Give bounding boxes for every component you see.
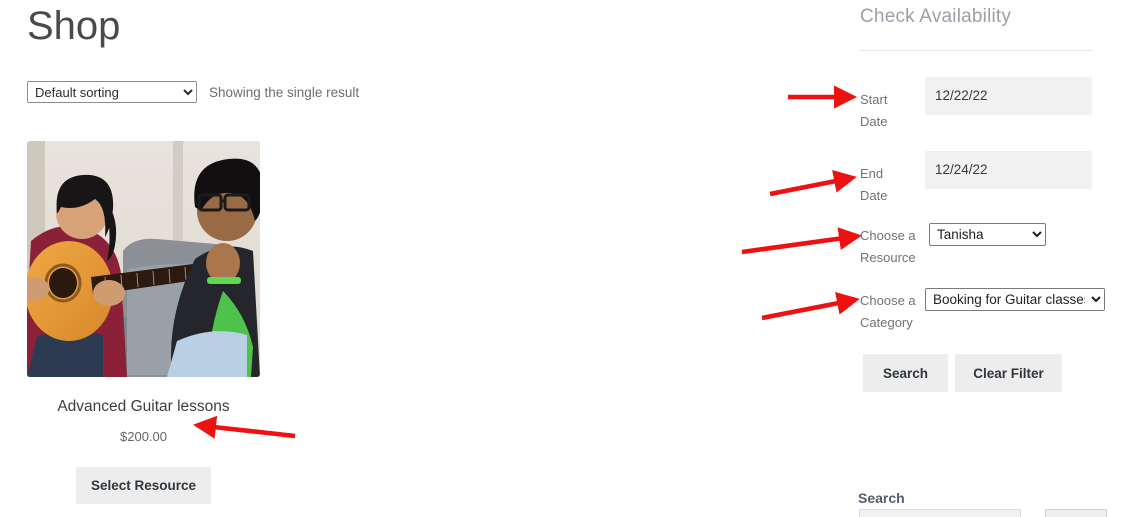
start-date-row: Start Date 12/22/22 — [860, 77, 1092, 135]
start-date-label-line1: Start — [860, 92, 888, 107]
sidebar-search-input[interactable] — [859, 509, 1021, 517]
end-date-label-line2: Date — [860, 188, 888, 203]
shop-page: Shop Default sorting Showing the single … — [0, 0, 1122, 517]
choose-resource-row: Choose a Resource Tanisha — [860, 223, 1100, 275]
choose-resource-label-line2: Resource — [860, 250, 916, 265]
guitar-lesson-photo-icon — [27, 141, 260, 377]
product-image[interactable] — [27, 141, 260, 377]
end-date-input[interactable]: 12/24/22 — [925, 151, 1092, 189]
product-price: $200.00 — [120, 429, 167, 444]
end-date-label-line1: End — [860, 166, 884, 181]
availability-divider — [860, 50, 1092, 51]
result-count-label: Showing the single result — [209, 84, 360, 100]
choose-resource-label-line1: Choose a — [860, 228, 916, 243]
select-resource-button[interactable]: Select Resource — [76, 467, 211, 504]
arrow-to-end-date — [769, 170, 857, 197]
resource-select[interactable]: Tanisha — [929, 223, 1046, 246]
choose-category-row: Choose a Category Booking for Guitar cla… — [860, 288, 1110, 340]
check-availability-heading: Check Availability — [860, 6, 1012, 27]
choose-category-label-line2: Category — [860, 315, 913, 330]
product-title[interactable]: Advanced Guitar lessons — [27, 398, 260, 416]
clear-filter-button[interactable]: Clear Filter — [955, 354, 1062, 392]
sidebar-search-submit-button[interactable] — [1045, 509, 1107, 517]
arrow-to-choose-category — [761, 292, 860, 321]
page-title: Shop — [27, 4, 121, 48]
availability-search-button[interactable]: Search — [863, 354, 948, 392]
choose-category-label-line1: Choose a — [860, 293, 916, 308]
start-date-input[interactable]: 12/22/22 — [925, 77, 1092, 115]
arrow-to-choose-resource — [741, 227, 862, 255]
sidebar-search-heading: Search — [858, 490, 905, 506]
catalog-toolbar: Default sorting Showing the single resul… — [27, 81, 359, 103]
end-date-row: End Date 12/24/22 — [860, 151, 1092, 209]
start-date-label-line2: Date — [860, 114, 888, 129]
category-select[interactable]: Booking for Guitar classes — [925, 288, 1105, 311]
sort-select[interactable]: Default sorting — [27, 81, 197, 103]
